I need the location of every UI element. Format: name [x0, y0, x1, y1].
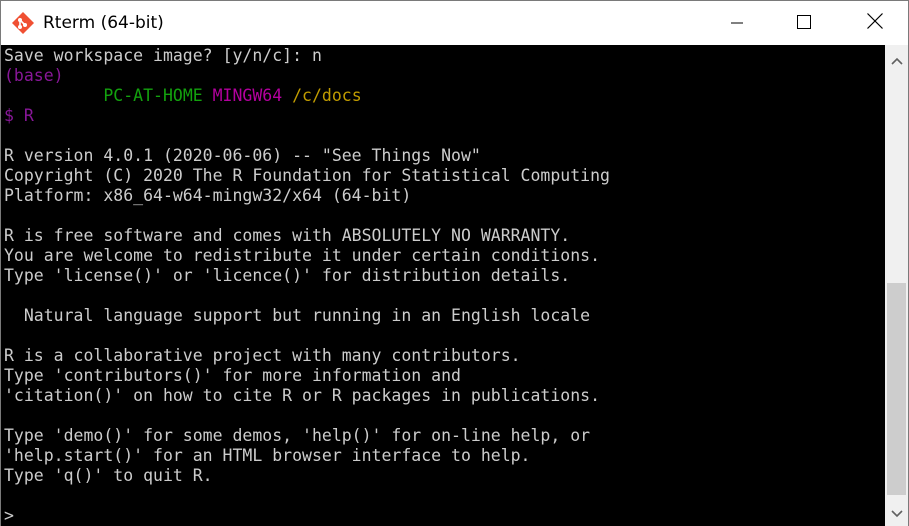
shell-prompt-header: PC-AT-HOME MINGW64 /c/docs	[4, 86, 362, 106]
console-output-line: R is free software and comes with ABSOLU…	[4, 226, 571, 245]
console-output-line: Copyright (C) 2020 The R Foundation for …	[4, 166, 610, 185]
conda-env-label: (base)	[4, 66, 64, 85]
console-output-line: Type 'q()' to quit R.	[4, 466, 213, 485]
console-output-line: Natural language support but running in …	[4, 306, 591, 325]
minimize-icon	[731, 14, 743, 33]
shell-command-line: $ R	[4, 106, 34, 125]
scroll-down-button[interactable]	[885, 498, 908, 526]
chevron-up-icon	[890, 50, 903, 69]
close-button[interactable]	[852, 1, 898, 45]
close-icon	[867, 13, 883, 33]
console-output-line: R is a collaborative project with many c…	[4, 346, 521, 365]
shell-name-label: MINGW64	[212, 86, 283, 105]
console-output-line: Type 'license()' or 'licence()' for dist…	[4, 266, 571, 285]
save-workspace-prompt: Save workspace image? [y/n/c]: n	[4, 46, 322, 65]
vertical-scrollbar[interactable]	[885, 45, 908, 526]
scrollbar-thumb[interactable]	[887, 283, 906, 495]
git-diamond-icon	[11, 11, 35, 35]
cwd-label: /c/docs	[292, 86, 362, 105]
console-output-line: Type 'contributors()' for more informati…	[4, 366, 461, 385]
rterm-window: Rterm (64-bit) Save workspace image? [y/…	[0, 0, 909, 526]
maximize-button[interactable]	[781, 1, 827, 45]
r-input-prompt[interactable]: >	[4, 506, 14, 526]
console-output-line: R version 4.0.1 (2020-06-06) -- "See Thi…	[4, 146, 481, 165]
console-output-line: You are welcome to redistribute it under…	[4, 246, 601, 265]
console-output-line: Type 'demo()' for some demos, 'help()' f…	[4, 426, 591, 445]
console-output-line: 'citation()' on how to cite R or R packa…	[4, 386, 601, 405]
console-area[interactable]: Save workspace image? [y/n/c]: n (base) …	[1, 45, 885, 526]
title-bar[interactable]: Rterm (64-bit)	[1, 1, 908, 45]
console-output-line: Platform: x86_64-w64-mingw32/x64 (64-bit…	[4, 186, 412, 205]
chevron-down-icon	[890, 503, 903, 522]
console-output-line: 'help.start()' for an HTML browser inter…	[4, 446, 531, 465]
scroll-up-button[interactable]	[885, 45, 908, 73]
hostname-label: PC-AT-HOME	[103, 86, 203, 105]
maximize-icon	[797, 14, 811, 33]
window-title: Rterm (64-bit)	[43, 13, 164, 33]
minimize-button[interactable]	[714, 1, 760, 45]
